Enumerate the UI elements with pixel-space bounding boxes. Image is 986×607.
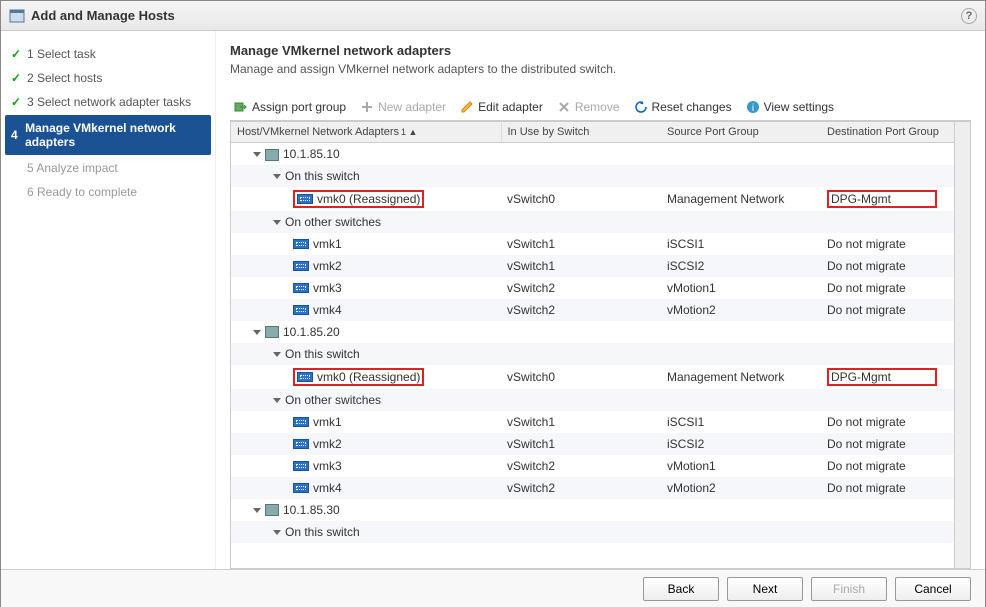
title-bar: Add and Manage Hosts ? (1, 1, 985, 31)
view-settings-button[interactable]: iView settings (746, 100, 834, 114)
help-icon[interactable]: ? (961, 8, 977, 24)
check-icon: ✓ (11, 95, 27, 109)
table-row[interactable]: On other switches (231, 211, 954, 233)
table-row[interactable]: vmk1vSwitch1iSCSI1Do not migrate (231, 411, 954, 433)
back-button[interactable]: Back (643, 577, 719, 601)
vmk-icon (293, 239, 309, 249)
table-row[interactable]: 10.1.85.10 (231, 143, 954, 165)
plus-icon (360, 100, 374, 114)
vmk-icon (293, 417, 309, 427)
dialog-title: Add and Manage Hosts (31, 8, 175, 23)
reset-icon (634, 100, 648, 114)
table-row[interactable]: vmk0 (Reassigned)vSwitch0Management Netw… (231, 365, 954, 389)
toolbar: Assign port group New adapter Edit adapt… (230, 96, 971, 121)
host-icon (265, 326, 279, 338)
expand-icon[interactable] (273, 174, 281, 179)
table-row[interactable]: 10.1.85.30 (231, 499, 954, 521)
assign-icon (234, 100, 248, 114)
step-3[interactable]: ✓3 Select network adapter tasks (5, 91, 211, 113)
table-row[interactable]: vmk2vSwitch1iSCSI2Do not migrate (231, 255, 954, 277)
wizard-icon (9, 8, 25, 24)
table-row[interactable]: vmk3vSwitch2vMotion1Do not migrate (231, 455, 954, 477)
expand-icon[interactable] (273, 220, 281, 225)
expand-icon[interactable] (273, 398, 281, 403)
remove-icon (557, 100, 571, 114)
reset-changes-button[interactable]: Reset changes (634, 100, 732, 114)
info-icon: i (746, 100, 760, 114)
step-4-active[interactable]: 4Manage VMkernel network adapters (5, 115, 211, 155)
expand-icon[interactable] (273, 530, 281, 535)
cancel-button[interactable]: Cancel (895, 577, 971, 601)
sort-icon: 1 ▲ (401, 127, 417, 137)
expand-icon[interactable] (253, 508, 261, 513)
col-dest-pg[interactable]: Destination Port Group (821, 122, 954, 143)
wizard-steps: ✓1 Select task ✓2 Select hosts ✓3 Select… (1, 31, 216, 569)
expand-icon[interactable] (253, 330, 261, 335)
vertical-scrollbar[interactable] (954, 122, 970, 568)
table-row[interactable]: On this switch (231, 343, 954, 365)
finish-button: Finish (811, 577, 887, 601)
vmk-icon (293, 305, 309, 315)
check-icon: ✓ (11, 47, 27, 61)
table-row[interactable]: On this switch (231, 521, 954, 543)
step-2[interactable]: ✓2 Select hosts (5, 67, 211, 89)
host-icon (265, 149, 279, 161)
expand-icon[interactable] (253, 152, 261, 157)
table-row[interactable]: 10.1.85.20 (231, 321, 954, 343)
remove-button: Remove (557, 100, 620, 114)
col-host-adapter[interactable]: Host/VMkernel Network Adapters1 ▲ (231, 122, 501, 143)
pencil-icon (460, 100, 474, 114)
table-row[interactable]: vmk4vSwitch2vMotion2Do not migrate (231, 477, 954, 499)
table-row[interactable]: On this switch (231, 165, 954, 187)
table-row[interactable]: vmk1vSwitch1iSCSI1Do not migrate (231, 233, 954, 255)
new-adapter-button: New adapter (360, 100, 446, 114)
col-switch[interactable]: In Use by Switch (501, 122, 661, 143)
adapters-table: Host/VMkernel Network Adapters1 ▲ In Use… (230, 121, 971, 569)
table-header: Host/VMkernel Network Adapters1 ▲ In Use… (231, 122, 954, 143)
col-source-pg[interactable]: Source Port Group (661, 122, 821, 143)
check-icon: ✓ (11, 71, 27, 85)
expand-icon[interactable] (273, 352, 281, 357)
page-subtitle: Manage and assign VMkernel network adapt… (230, 62, 971, 76)
vmk-icon (293, 483, 309, 493)
step-1[interactable]: ✓1 Select task (5, 43, 211, 65)
vmk-icon (297, 194, 313, 204)
vmk-icon (297, 372, 313, 382)
page-title: Manage VMkernel network adapters (230, 43, 971, 58)
dialog-footer: Back Next Finish Cancel (1, 569, 985, 607)
assign-port-group-button[interactable]: Assign port group (234, 100, 346, 114)
vmk-icon (293, 283, 309, 293)
host-icon (265, 504, 279, 516)
svg-text:i: i (751, 103, 753, 114)
vmk-icon (293, 261, 309, 271)
edit-adapter-button[interactable]: Edit adapter (460, 100, 543, 114)
vmk-icon (293, 439, 309, 449)
table-row[interactable]: vmk3vSwitch2vMotion1Do not migrate (231, 277, 954, 299)
table-row[interactable]: vmk4vSwitch2vMotion2Do not migrate (231, 299, 954, 321)
table-row[interactable]: vmk2vSwitch1iSCSI2Do not migrate (231, 433, 954, 455)
next-button[interactable]: Next (727, 577, 803, 601)
vmk-icon (293, 461, 309, 471)
step-5: 5 Analyze impact (5, 157, 211, 179)
step-6: 6 Ready to complete (5, 181, 211, 203)
table-row[interactable]: On other switches (231, 389, 954, 411)
table-row[interactable]: vmk0 (Reassigned)vSwitch0Management Netw… (231, 187, 954, 211)
